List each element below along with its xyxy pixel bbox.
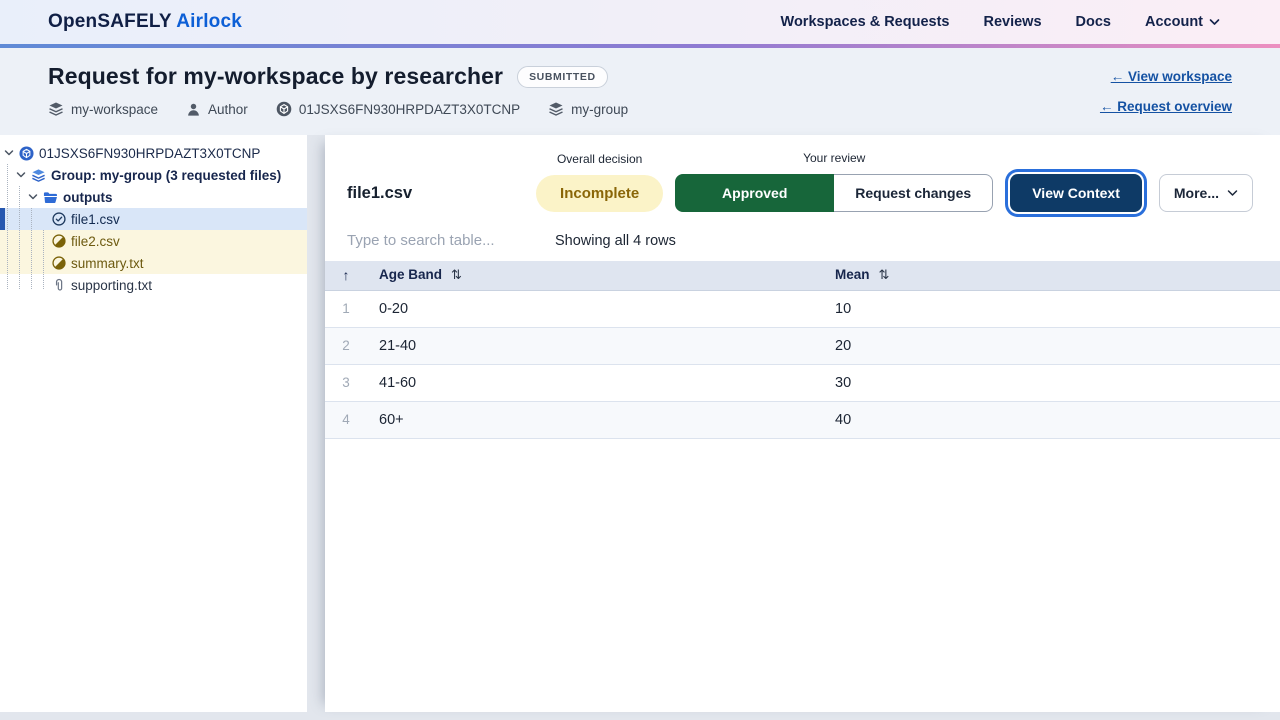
tree-item-summary[interactable]: summary.txt <box>0 252 307 274</box>
brand-primary: OpenSAFELY <box>48 11 172 32</box>
your-review-block: Your review Approved Request changes <box>675 151 994 212</box>
tree-item-group[interactable]: Group: my-group (3 requested files) <box>0 164 307 186</box>
cell-mean: 30 <box>835 364 1280 402</box>
chevron-down-icon <box>1227 190 1238 196</box>
request-header: Request for my-workspace by researcher S… <box>0 48 1280 135</box>
sort-all-header[interactable]: ↑ <box>325 261 367 291</box>
table-toolbar: Showing all 4 rows <box>325 230 1280 261</box>
content-area: 01JSXS6FN930HRPDAZT3X0TCNP Group: my-gro… <box>0 135 1280 712</box>
chevron-down-icon[interactable] <box>28 192 38 202</box>
request-header-left: Request for my-workspace by researcher S… <box>48 63 628 121</box>
half-review-icon <box>52 256 66 270</box>
user-icon <box>188 103 199 116</box>
table-row: 3 41-60 30 <box>325 364 1280 402</box>
tree-guide-line <box>7 164 8 289</box>
cell-mean: 10 <box>835 290 1280 328</box>
row-number: 1 <box>325 290 367 328</box>
table-row: 2 21-40 20 <box>325 327 1280 365</box>
layers-icon <box>549 102 563 116</box>
tree-item-file2[interactable]: file2.csv <box>0 230 307 252</box>
file-header: file1.csv Overall decision Incomplete Yo… <box>325 135 1280 230</box>
column-header-age-band[interactable]: Age Band ⇅ <box>367 261 835 291</box>
view-workspace-link[interactable]: ← View workspace <box>1111 69 1232 84</box>
tree-item-supporting[interactable]: supporting.txt <box>0 274 307 296</box>
layers-icon <box>32 168 45 182</box>
overall-decision-block: Overall decision Incomplete <box>536 152 664 212</box>
sort-toggle-icon[interactable]: ⇅ <box>879 267 890 282</box>
meta-request-id: 01JSXS6FN930HRPDAZT3X0TCNP <box>276 101 520 117</box>
cell-age-band: 0-20 <box>367 290 835 328</box>
sort-ascending-icon[interactable]: ↑ <box>343 267 350 283</box>
layers-icon <box>49 102 63 116</box>
chevron-down-icon <box>1209 19 1220 25</box>
half-review-icon <box>52 234 66 248</box>
tree-item-request-root[interactable]: 01JSXS6FN930HRPDAZT3X0TCNP <box>0 142 307 164</box>
request-overview-link[interactable]: ← Request overview <box>1100 99 1232 114</box>
nav-account-menu[interactable]: Account <box>1145 14 1220 30</box>
request-header-links: ← View workspace ← Request overview <box>1100 63 1232 121</box>
tree-guide-line <box>19 186 20 289</box>
cell-mean: 20 <box>835 327 1280 365</box>
meta-group: my-group <box>548 101 628 117</box>
cell-age-band: 60+ <box>367 401 835 439</box>
status-badge: SUBMITTED <box>517 65 608 88</box>
folder-icon <box>43 191 57 203</box>
file-detail-panel: file1.csv Overall decision Incomplete Yo… <box>325 135 1280 712</box>
chevron-down-icon[interactable] <box>4 148 14 158</box>
request-changes-button[interactable]: Request changes <box>834 174 994 212</box>
more-button[interactable]: More... <box>1158 174 1253 212</box>
your-review-label: Your review <box>803 151 866 165</box>
nav-items: Workspaces & Requests Reviews Docs Accou… <box>781 14 1220 30</box>
tree-guide-line <box>31 208 32 289</box>
row-number: 4 <box>325 401 367 439</box>
column-header-mean[interactable]: Mean ⇅ <box>835 261 1280 291</box>
data-table: ↑ Age Band ⇅ Mean ⇅ 1 0-20 10 2 21-40 20… <box>325 261 1280 439</box>
review-segmented-control: Approved Request changes <box>675 174 994 212</box>
page-title: Request for my-workspace by researcher <box>48 63 504 89</box>
app-logo[interactable]: OpenSAFELY Airlock <box>48 11 242 33</box>
view-context-button[interactable]: View Context <box>1010 174 1142 212</box>
cube-icon <box>276 101 292 117</box>
chevron-down-icon[interactable] <box>16 170 26 180</box>
nav-reviews[interactable]: Reviews <box>983 14 1041 30</box>
cell-age-band: 21-40 <box>367 327 835 365</box>
cell-age-band: 41-60 <box>367 364 835 402</box>
search-input[interactable] <box>347 232 555 249</box>
table-row: 1 0-20 10 <box>325 290 1280 328</box>
nav-docs[interactable]: Docs <box>1076 14 1111 30</box>
meta-author: Author <box>186 102 248 117</box>
tree-guide-line <box>43 230 44 289</box>
brand-accent: Airlock <box>176 11 243 32</box>
meta-workspace: my-workspace <box>48 101 158 117</box>
request-meta: my-workspace Author 01JSXS6FN930HRPDAZT3… <box>48 101 628 117</box>
top-navbar: OpenSAFELY Airlock Workspaces & Requests… <box>0 0 1280 44</box>
overall-decision-label: Overall decision <box>556 152 643 166</box>
file-name-heading: file1.csv <box>347 184 413 202</box>
cell-mean: 40 <box>835 401 1280 439</box>
tree-item-outputs-folder[interactable]: outputs <box>0 186 307 208</box>
tree-item-file1[interactable]: file1.csv <box>0 208 307 230</box>
sort-toggle-icon[interactable]: ⇅ <box>451 267 462 282</box>
paperclip-icon <box>55 278 63 291</box>
request-cube-icon <box>19 145 34 161</box>
table-row: 4 60+ 40 <box>325 401 1280 439</box>
row-number: 2 <box>325 327 367 365</box>
row-count-text: Showing all 4 rows <box>555 232 676 249</box>
file-tree-sidebar: 01JSXS6FN930HRPDAZT3X0TCNP Group: my-gro… <box>0 135 307 712</box>
table-header-row: ↑ Age Band ⇅ Mean ⇅ <box>325 261 1280 291</box>
nav-workspaces-requests[interactable]: Workspaces & Requests <box>781 14 950 30</box>
row-number: 3 <box>325 364 367 402</box>
overall-decision-value: Incomplete <box>536 175 664 212</box>
approved-button[interactable]: Approved <box>675 174 835 212</box>
check-circle-icon <box>52 212 66 226</box>
